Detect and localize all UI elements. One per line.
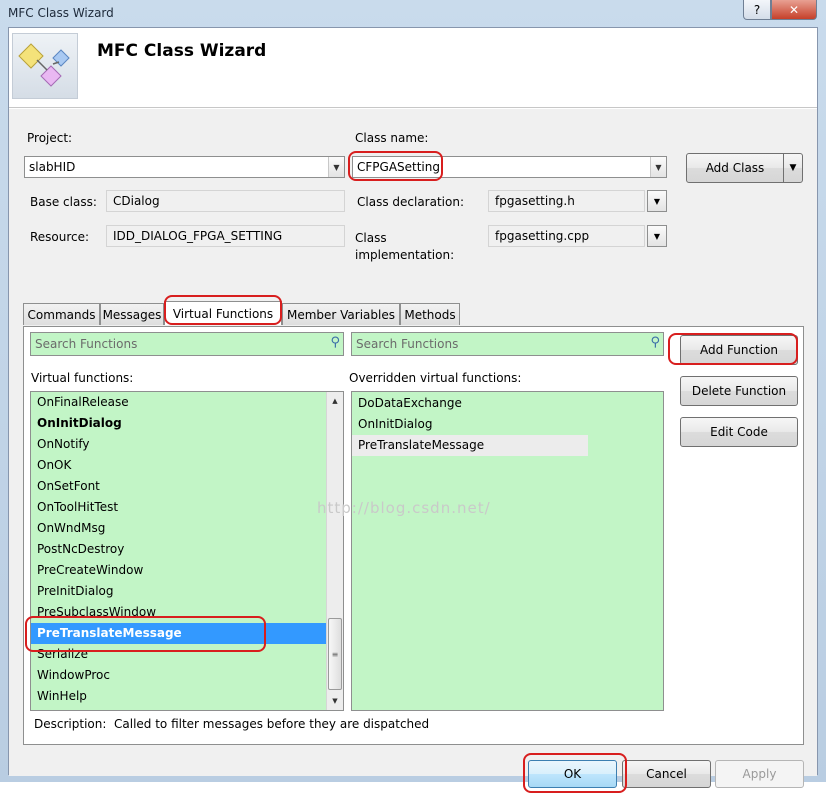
chevron-down-icon: ▼: [650, 157, 666, 177]
list-item[interactable]: OnWndMsg: [31, 518, 327, 539]
window-frame: MFC Class Wizard ? ✕ MFC Class Wizard Pr…: [0, 0, 826, 793]
class-declaration-field: fpgasetting.h: [488, 190, 645, 212]
help-button[interactable]: ?: [743, 0, 771, 20]
add-class-button[interactable]: Add Class: [686, 153, 784, 183]
project-label: Project:: [27, 131, 73, 145]
list-item[interactable]: WindowProc: [31, 665, 327, 686]
add-class-dropdown-button[interactable]: ▼: [783, 153, 803, 183]
list-item[interactable]: Serialize: [31, 644, 327, 665]
class-implementation-dropdown[interactable]: ▼: [647, 225, 667, 247]
resource-field: IDD_DIALOG_FPGA_SETTING: [106, 225, 345, 247]
resource-label: Resource:: [30, 230, 90, 244]
overridden-functions-label: Overridden virtual functions:: [349, 371, 522, 385]
wizard-shapes-icon: [12, 33, 78, 99]
list-item[interactable]: PreTranslateMessage: [31, 623, 327, 644]
project-value: slabHID: [29, 160, 76, 174]
list-item[interactable]: PreTranslateMessage: [352, 435, 588, 456]
search-icon[interactable]: ⚲: [330, 335, 340, 350]
scrollbar-thumb[interactable]: ≡: [328, 618, 342, 690]
list-item[interactable]: OnSetFont: [31, 476, 327, 497]
title-bar[interactable]: MFC Class Wizard ? ✕: [0, 0, 826, 28]
class-name-label: Class name:: [355, 131, 429, 145]
list-item[interactable]: OnInitDialog: [31, 413, 327, 434]
description-text: Called to filter messages before they ar…: [114, 717, 430, 731]
class-name-combo[interactable]: CFPGASetting ▼: [352, 156, 667, 178]
close-icon: ✕: [788, 2, 800, 17]
cancel-button[interactable]: Cancel: [622, 760, 711, 788]
list-item[interactable]: DoDataExchange: [352, 393, 588, 414]
list-item[interactable]: OnInitDialog: [352, 414, 588, 435]
class-implementation-label: Class implementation:: [355, 231, 455, 262]
search-functions-input[interactable]: Search Functions ⚲: [30, 332, 344, 356]
scroll-down-icon[interactable]: ▼: [327, 693, 343, 709]
class-declaration-label: Class declaration:: [357, 195, 464, 209]
virtual-functions-panel: Search Functions ⚲ Search Functions ⚲ Vi…: [23, 326, 804, 745]
tab-methods[interactable]: Methods: [400, 303, 460, 325]
ok-button[interactable]: OK: [528, 760, 617, 788]
delete-function-button[interactable]: Delete Function: [680, 376, 798, 406]
virtual-functions-list[interactable]: OnFinalRelease OnInitDialog OnNotify OnOK On…: [30, 391, 344, 711]
search-placeholder: Search Functions: [356, 337, 459, 351]
chevron-down-icon: ▼: [328, 157, 344, 177]
tab-virtual-functions[interactable]: Virtual Functions: [164, 301, 282, 325]
chevron-down-icon: ▼: [653, 196, 661, 206]
tab-messages[interactable]: Messages: [100, 303, 164, 325]
class-implementation-field: fpgasetting.cpp: [488, 225, 645, 247]
list-item[interactable]: PreSubclassWindow: [31, 602, 327, 623]
search-placeholder: Search Functions: [35, 337, 138, 351]
list-item[interactable]: OnOK: [31, 455, 327, 476]
virtual-functions-items: OnFinalRelease OnInitDialog OnNotify OnOK On…: [31, 392, 327, 707]
overridden-functions-items: DoDataExchange OnInitDialog PreTranslateMe…: [352, 393, 588, 456]
edit-code-button[interactable]: Edit Code: [680, 417, 798, 447]
list-item[interactable]: OnToolHitTest: [31, 497, 327, 518]
list-item[interactable]: WinHelp: [31, 686, 327, 707]
list-item[interactable]: OnNotify: [31, 434, 327, 455]
base-class-field: CDialog: [106, 190, 345, 212]
list-item[interactable]: PreInitDialog: [31, 581, 327, 602]
add-function-button[interactable]: Add Function: [680, 335, 798, 365]
search-overridden-input[interactable]: Search Functions ⚲: [351, 332, 664, 356]
tab-member-variables[interactable]: Member Variables: [282, 303, 400, 325]
page-title: MFC Class Wizard: [97, 41, 267, 61]
wizard-body: Project: Class name: slabHID ▼ CFPGASett…: [9, 109, 817, 793]
class-name-value: CFPGASetting: [357, 160, 440, 174]
base-class-label: Base class:: [30, 195, 97, 209]
overridden-functions-list[interactable]: DoDataExchange OnInitDialog PreTranslateMe…: [351, 391, 664, 711]
description-label: Description:: [34, 717, 107, 731]
scroll-up-icon[interactable]: ▲: [327, 393, 343, 409]
scrollbar[interactable]: ▲ ≡ ▼: [326, 392, 343, 710]
apply-button[interactable]: Apply: [715, 760, 804, 788]
chevron-down-icon: ▼: [789, 163, 797, 173]
list-item[interactable]: OnFinalRelease: [31, 392, 327, 413]
window-title: MFC Class Wizard: [8, 6, 114, 20]
wizard-header: MFC Class Wizard: [9, 28, 817, 108]
virtual-functions-label: Virtual functions:: [31, 371, 134, 385]
dialog-client: MFC Class Wizard Project: Class name: sl…: [8, 27, 818, 793]
close-button[interactable]: ✕: [771, 0, 817, 20]
list-item[interactable]: PreCreateWindow: [31, 560, 327, 581]
project-combo[interactable]: slabHID ▼: [24, 156, 345, 178]
class-declaration-dropdown[interactable]: ▼: [647, 190, 667, 212]
tab-strip: Commands Messages Virtual Functions Memb…: [23, 301, 463, 327]
chevron-down-icon: ▼: [653, 231, 661, 241]
watermark: http://blog.csdn.net/: [317, 499, 491, 517]
list-item[interactable]: PostNcDestroy: [31, 539, 327, 560]
help-icon: ?: [753, 2, 761, 17]
search-icon[interactable]: ⚲: [650, 335, 660, 350]
tab-commands[interactable]: Commands: [23, 303, 100, 325]
